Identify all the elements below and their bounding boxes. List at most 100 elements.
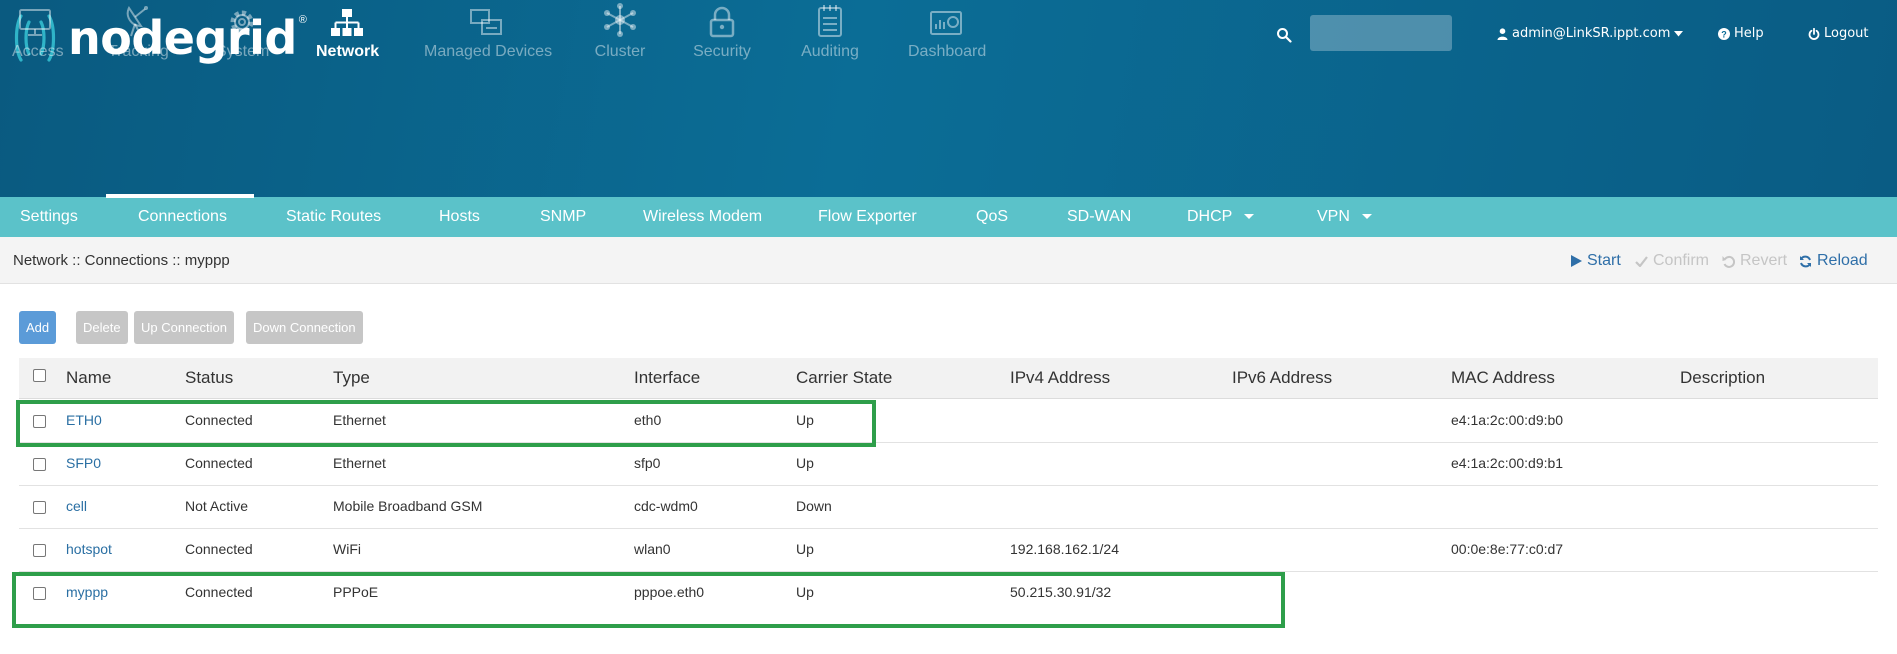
row-checkbox[interactable]: [33, 544, 46, 557]
cluster-icon: [604, 3, 636, 37]
top-header: nodegrid ® admin@LinkSR.ippt.com ? Help …: [0, 0, 1897, 197]
confirm-button[interactable]: Confirm: [1635, 252, 1709, 270]
chevron-down-icon: [1674, 30, 1684, 36]
column-header-name[interactable]: Name: [66, 368, 111, 388]
user-label: admin@LinkSR.ippt.com: [1512, 26, 1671, 41]
column-header-status[interactable]: Status: [185, 368, 233, 388]
nav-label-managed-devices: Managed Devices: [424, 43, 553, 60]
subnav-settings[interactable]: Settings: [20, 197, 78, 237]
column-header-interface[interactable]: Interface: [634, 368, 700, 388]
network-tree-icon: [331, 9, 363, 36]
satellite-dish-icon: [126, 6, 148, 37]
gear-icon: [230, 10, 254, 34]
search-icon[interactable]: [1276, 27, 1292, 43]
revert-label: Revert: [1740, 252, 1788, 269]
reload-label: Reload: [1817, 252, 1868, 269]
nav-label-security: Security: [693, 43, 751, 60]
play-icon: [1571, 255, 1582, 267]
down-connection-button[interactable]: Down Connection: [246, 311, 363, 344]
user-icon: [1497, 27, 1508, 40]
registered-mark: ®: [298, 14, 307, 26]
subnav-connections[interactable]: Connections: [138, 197, 227, 237]
nav-tracking[interactable]: Tracking: [108, 0, 169, 61]
nav-managed-devices[interactable]: Managed Devices: [424, 0, 553, 61]
cell-carrier-state: Up: [796, 541, 814, 557]
cell-mac: 00:0e:8e:77:c0:d7: [1451, 541, 1564, 557]
connection-name-link[interactable]: cell: [66, 498, 87, 514]
nav-label-dashboard: Dashboard: [908, 43, 987, 60]
cell-status: Connected: [185, 541, 253, 557]
nav-auditing[interactable]: Auditing: [798, 0, 862, 61]
cell-interface: wlan0: [634, 541, 671, 557]
lock-icon: [709, 6, 735, 38]
cell-status: Connected: [185, 455, 253, 471]
cell-interface: sfp0: [634, 455, 661, 471]
nav-label-tracking: Tracking: [108, 43, 169, 60]
cell-type: Mobile Broadband GSM: [333, 498, 483, 514]
power-icon: [1808, 27, 1820, 40]
table-row[interactable]: SFP0 Connected Ethernet sfp0 Up e4:1a:2c…: [19, 443, 1878, 486]
help-label: Help: [1734, 26, 1764, 41]
logout-link[interactable]: Logout: [1808, 26, 1869, 41]
start-label: Start: [1587, 252, 1621, 269]
revert-button[interactable]: Revert: [1722, 252, 1787, 270]
nav-label-access: Access: [12, 43, 64, 60]
help-link[interactable]: ? Help: [1718, 26, 1764, 41]
connection-name-link[interactable]: hotspot: [66, 541, 112, 557]
subnav-hosts[interactable]: Hosts: [439, 197, 480, 237]
nav-security[interactable]: Security: [690, 0, 754, 61]
nav-label-system: System: [216, 43, 270, 60]
devices-icon: [470, 9, 502, 35]
subnav-vpn[interactable]: VPN: [1317, 197, 1372, 237]
breadcrumb: Network :: Connections :: myppp: [13, 252, 230, 269]
nav-cluster[interactable]: Cluster: [594, 0, 646, 61]
table-row[interactable]: cell Not Active Mobile Broadband GSM cdc…: [19, 486, 1878, 529]
user-menu[interactable]: admin@LinkSR.ippt.com: [1497, 26, 1684, 41]
subnav-qos[interactable]: QoS: [976, 197, 1008, 237]
refresh-icon: [1800, 255, 1811, 267]
delete-button[interactable]: Delete: [76, 311, 128, 344]
row-checkbox[interactable]: [33, 458, 46, 471]
connection-name-link[interactable]: SFP0: [66, 455, 101, 471]
subnav-snmp[interactable]: SNMP: [540, 197, 586, 237]
nav-system[interactable]: System: [216, 0, 270, 61]
row-checkbox[interactable]: [33, 501, 46, 514]
sub-navigation: Settings Connections Static Routes Hosts…: [0, 197, 1897, 237]
search-input[interactable]: [1310, 15, 1452, 51]
cell-type: Ethernet: [333, 455, 386, 471]
subnav-flow-exporter[interactable]: Flow Exporter: [818, 197, 917, 237]
nav-access[interactable]: Access: [12, 0, 64, 61]
subnav-static-routes[interactable]: Static Routes: [286, 197, 381, 237]
nav-network[interactable]: Network: [316, 0, 379, 61]
column-header-description[interactable]: Description: [1680, 368, 1765, 388]
start-button[interactable]: Start: [1571, 252, 1621, 270]
table-row[interactable]: hotspot Connected WiFi wlan0 Up 192.168.…: [19, 529, 1878, 572]
add-button[interactable]: Add: [19, 311, 57, 344]
subnav-dhcp-label: DHCP: [1187, 208, 1233, 225]
column-header-ipv4[interactable]: IPv4 Address: [1010, 368, 1110, 388]
subnav-vpn-label: VPN: [1317, 208, 1350, 225]
reload-button[interactable]: Reload: [1799, 252, 1868, 270]
cell-interface: cdc-wdm0: [634, 498, 698, 514]
subnav-dhcp[interactable]: DHCP: [1187, 197, 1255, 237]
active-tab-indicator: [106, 194, 254, 198]
column-header-mac[interactable]: MAC Address: [1451, 368, 1555, 388]
nav-dashboard[interactable]: Dashboard: [908, 0, 987, 61]
cell-carrier-state: Down: [796, 498, 832, 514]
monitor-icon: [19, 9, 51, 36]
column-header-ipv6[interactable]: IPv6 Address: [1232, 368, 1332, 388]
highlight-box-myppp: [12, 572, 1285, 628]
cell-carrier-state: Up: [796, 455, 814, 471]
select-all-checkbox[interactable]: [33, 369, 46, 382]
svg-text:?: ?: [1721, 29, 1727, 39]
notepad-icon: [818, 5, 842, 37]
subnav-sd-wan[interactable]: SD-WAN: [1067, 197, 1131, 237]
breadcrumb-bar: Network :: Connections :: myppp Start Co…: [0, 237, 1897, 284]
cell-status: Not Active: [185, 498, 249, 514]
up-connection-button[interactable]: Up Connection: [134, 311, 234, 344]
cell-mac: e4:1a:2c:00:d9:b0: [1451, 412, 1564, 428]
chevron-down-icon: [1361, 214, 1372, 220]
column-header-type[interactable]: Type: [333, 368, 370, 388]
column-header-carrier-state[interactable]: Carrier State: [796, 368, 892, 388]
subnav-wireless-modem[interactable]: Wireless Modem: [643, 197, 762, 237]
